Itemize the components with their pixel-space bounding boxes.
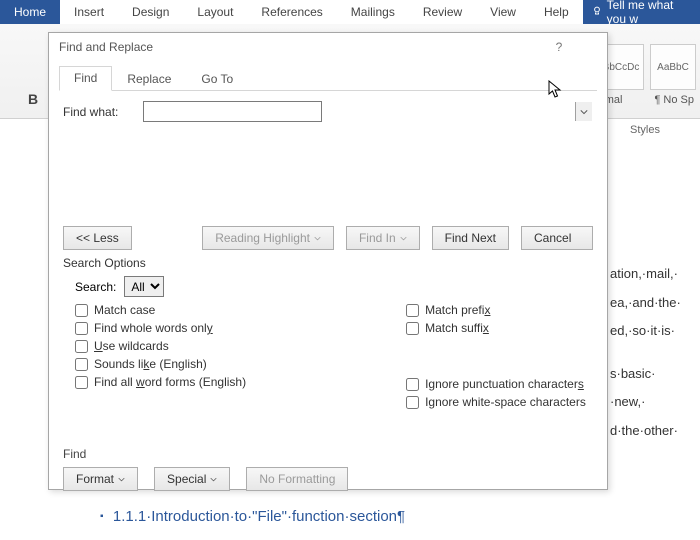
- match-case-checkbox[interactable]: Match case: [75, 303, 246, 317]
- ribbon-tab-help[interactable]: Help: [530, 0, 583, 24]
- dialog-close-button[interactable]: [573, 36, 601, 58]
- match-prefix-checkbox[interactable]: Match prefix: [406, 303, 586, 317]
- find-what-input[interactable]: [143, 101, 322, 122]
- sounds-like-checkbox[interactable]: Sounds like (English): [75, 357, 246, 371]
- dialog-tab-replace[interactable]: Replace: [112, 67, 186, 91]
- dialog-title: Find and Replace: [59, 40, 545, 54]
- find-next-button[interactable]: Find Next: [432, 226, 509, 250]
- ignore-punctuation-checkbox[interactable]: Ignore punctuation characters: [406, 377, 586, 391]
- bold-button[interactable]: B: [22, 88, 44, 110]
- lightbulb-icon: [591, 5, 603, 20]
- search-options-label: Search Options: [63, 256, 593, 270]
- ribbon-tabs: Home Insert Design Layout References Mai…: [0, 0, 700, 24]
- dialog-titlebar[interactable]: Find and Replace ?: [49, 33, 607, 61]
- dialog-tab-find[interactable]: Find: [59, 66, 112, 91]
- dialog-tabs: Find Replace Go To: [59, 65, 597, 91]
- ribbon-tab-mailings[interactable]: Mailings: [337, 0, 409, 24]
- style-preview-nospacing[interactable]: AaBbC: [650, 44, 696, 90]
- doc-fragment: ation,·mail,·: [610, 260, 700, 289]
- ribbon-tab-design[interactable]: Design: [118, 0, 183, 24]
- dialog-tab-goto[interactable]: Go To: [186, 67, 248, 91]
- doc-fragment: d·the·other·: [610, 417, 700, 446]
- reading-highlight-label: Reading Highlight: [215, 231, 310, 245]
- find-footer-label: Find: [63, 447, 593, 461]
- chevron-down-icon: [314, 231, 321, 245]
- chevron-down-icon: [210, 472, 217, 486]
- no-formatting-button[interactable]: No Formatting: [246, 467, 348, 491]
- reading-highlight-button[interactable]: Reading Highlight: [202, 226, 334, 250]
- doc-fragment: ed,·so·it·is·: [610, 317, 700, 346]
- match-suffix-checkbox[interactable]: Match suffix: [406, 321, 586, 335]
- find-in-label: Find In: [359, 231, 396, 245]
- ribbon-tab-view[interactable]: View: [476, 0, 530, 24]
- options-right-column: Match prefix Match suffix Ignore punctua…: [406, 303, 586, 409]
- style-label-nospacing: ¶ No Sp: [654, 94, 694, 106]
- dialog-help-button[interactable]: ?: [545, 36, 573, 58]
- bullet-icon: ▪: [100, 511, 104, 522]
- tell-me-label: Tell me what you w: [607, 0, 692, 26]
- ribbon-tab-layout[interactable]: Layout: [183, 0, 247, 24]
- find-replace-dialog: Find and Replace ? Find Replace Go To Fi…: [48, 32, 608, 490]
- format-label: Format: [76, 472, 114, 486]
- doc-fragment: ea,·and·the·: [610, 289, 700, 318]
- styles-section-label: Styles: [630, 124, 660, 136]
- chevron-down-icon: [118, 472, 125, 486]
- doc-heading-row: ▪ 1.1.1·Introduction·to·"File"·function·…: [100, 508, 405, 525]
- special-label: Special: [167, 472, 206, 486]
- format-button[interactable]: Format: [63, 467, 138, 491]
- word-forms-checkbox[interactable]: Find all word forms (English): [75, 375, 246, 389]
- less-button[interactable]: << Less: [63, 226, 132, 250]
- ribbon-tab-home[interactable]: Home: [0, 0, 60, 24]
- doc-fragment: s·basic·: [610, 360, 700, 389]
- find-what-label: Find what:: [63, 105, 133, 119]
- chevron-down-icon: [400, 231, 407, 245]
- find-what-dropdown[interactable]: [575, 102, 592, 121]
- chevron-down-icon: [580, 105, 588, 119]
- tell-me-search[interactable]: Tell me what you w: [583, 0, 700, 24]
- special-button[interactable]: Special: [154, 467, 230, 491]
- cancel-button[interactable]: Cancel: [521, 226, 593, 250]
- options-left-column: Match case Find whole words only Use wil…: [75, 303, 246, 409]
- whole-words-checkbox[interactable]: Find whole words only: [75, 321, 246, 335]
- ribbon-tab-review[interactable]: Review: [409, 0, 476, 24]
- use-wildcards-checkbox[interactable]: Use wildcards: [75, 339, 246, 353]
- doc-fragment: ·new,·: [610, 388, 700, 417]
- ribbon-tab-references[interactable]: References: [247, 0, 336, 24]
- search-direction-select[interactable]: All: [124, 276, 164, 297]
- search-direction-label: Search:: [75, 280, 116, 294]
- doc-heading: 1.1.1·Introduction·to·"File"·function·se…: [113, 508, 405, 525]
- find-in-button[interactable]: Find In: [346, 226, 420, 250]
- ribbon-tab-insert[interactable]: Insert: [60, 0, 118, 24]
- ignore-whitespace-checkbox[interactable]: Ignore white-space characters: [406, 395, 586, 409]
